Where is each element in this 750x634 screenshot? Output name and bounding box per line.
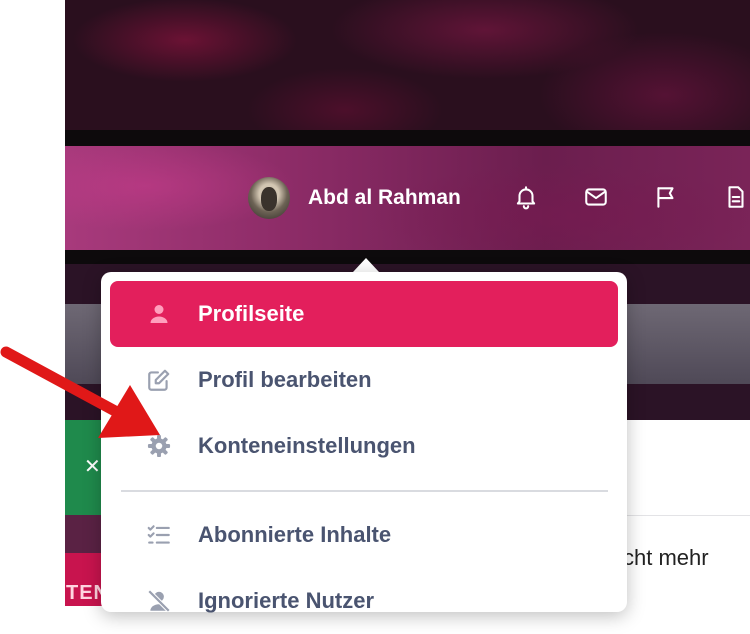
- user-icon: [145, 300, 173, 328]
- menu-item-ignored-users[interactable]: Ignorierte Nutzer: [110, 568, 618, 634]
- user-menu-trigger[interactable]: Abd al Rahman: [248, 176, 461, 220]
- panel-text: cht mehr: [623, 545, 709, 570]
- user-dropdown-menu: Profilseite Profil bearbeiten Konteneins…: [101, 272, 627, 613]
- bell-icon[interactable]: [513, 184, 539, 210]
- checklist-icon: [145, 521, 173, 549]
- page-left-margin: [0, 0, 65, 606]
- menu-item-subscribed-content[interactable]: Abonnierte Inhalte: [110, 502, 618, 568]
- menu-item-label: Ignorierte Nutzer: [198, 588, 375, 613]
- avatar[interactable]: [248, 177, 290, 219]
- menu-divider: [121, 490, 608, 492]
- document-icon[interactable]: [723, 184, 749, 210]
- menu-item-label: Abonnierte Inhalte: [198, 522, 392, 547]
- menu-item-label: Profilseite: [198, 301, 305, 326]
- close-icon[interactable]: ✕: [84, 454, 101, 479]
- header-banner: [65, 0, 750, 130]
- navbar-border: [65, 250, 750, 264]
- menu-item-label: Profil bearbeiten: [198, 367, 372, 392]
- menu-caret: [353, 258, 379, 272]
- banner-border: [65, 130, 750, 146]
- menu-item-label: Konteneinstellungen: [198, 433, 416, 458]
- mail-icon[interactable]: [583, 184, 609, 210]
- user-slash-icon: [145, 587, 173, 615]
- menu-item-account-settings[interactable]: Konteneinstellungen: [110, 413, 618, 479]
- username[interactable]: Abd al Rahman: [308, 186, 461, 210]
- content-panel: [620, 420, 750, 606]
- menu-item-edit-profile[interactable]: Profil bearbeiten: [110, 347, 618, 413]
- flag-icon[interactable]: [653, 184, 679, 210]
- side-block: [65, 515, 105, 553]
- menu-item-profile[interactable]: Profilseite: [110, 281, 618, 347]
- annotation-arrow-icon: [0, 346, 160, 438]
- divider: [620, 515, 750, 516]
